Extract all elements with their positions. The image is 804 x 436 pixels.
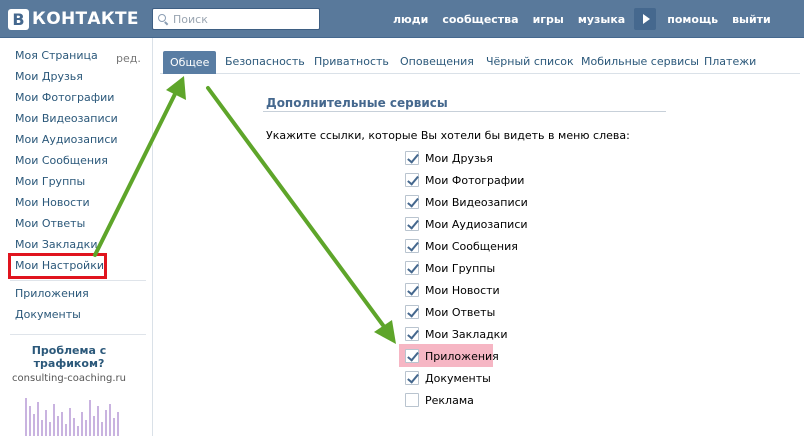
top-nav: люди сообщества игры музыка помощь выйти bbox=[386, 0, 778, 38]
service-option[interactable]: Мои Фотографии bbox=[405, 172, 524, 188]
nav-help[interactable]: помощь bbox=[667, 13, 718, 26]
sidebar-item-bookmarks[interactable]: Мои Закладки bbox=[15, 238, 97, 251]
logo-text: КОНТАКТЕ bbox=[32, 9, 139, 29]
service-option[interactable]: Мои Закладки bbox=[405, 326, 507, 342]
checkbox-checked[interactable] bbox=[405, 217, 419, 231]
sidebar-item-videos[interactable]: Мои Видеозаписи bbox=[15, 112, 118, 125]
service-option[interactable]: Мои Сообщения bbox=[405, 238, 518, 254]
checkbox-unchecked[interactable] bbox=[405, 393, 419, 407]
sidebar-item-documents[interactable]: Документы bbox=[15, 308, 81, 321]
checkbox-checked[interactable] bbox=[405, 305, 419, 319]
service-option[interactable]: Приложения bbox=[405, 348, 499, 364]
tab-privacy[interactable]: Приватность bbox=[314, 55, 389, 68]
checkbox-checked[interactable] bbox=[405, 327, 419, 341]
checkbox-checked[interactable] bbox=[405, 349, 419, 363]
checkbox-checked[interactable] bbox=[405, 239, 419, 253]
sidebar-item-answers[interactable]: Мои Ответы bbox=[15, 217, 85, 230]
sidebar-item-news[interactable]: Мои Новости bbox=[15, 196, 90, 209]
section-title: Дополнительные сервисы bbox=[266, 96, 448, 110]
checkbox-checked[interactable] bbox=[405, 173, 419, 187]
play-icon[interactable] bbox=[634, 8, 657, 30]
ad-divider bbox=[10, 334, 146, 335]
section-prompt: Укажите ссылки, которые Вы хотели бы вид… bbox=[266, 129, 630, 142]
sidebar-item-audio[interactable]: Мои Аудиозаписи bbox=[15, 133, 118, 146]
sidebar-item-my-page[interactable]: Моя Страница bbox=[15, 49, 98, 62]
nav-people[interactable]: люди bbox=[393, 13, 428, 26]
checkbox-checked[interactable] bbox=[405, 283, 419, 297]
service-option[interactable]: Мои Новости bbox=[405, 282, 500, 298]
option-label: Мои Фотографии bbox=[425, 173, 525, 187]
checkbox-checked[interactable] bbox=[405, 261, 419, 275]
settings-highlight-box bbox=[8, 253, 107, 279]
service-option[interactable]: Реклама bbox=[405, 392, 474, 408]
top-header: В КОНТАКТЕ люди сообщества игры музыка п… bbox=[0, 0, 804, 38]
tab-general[interactable]: Общее bbox=[163, 51, 217, 74]
ad-title[interactable]: Проблема с трафиком? bbox=[10, 344, 128, 370]
option-label: Реклама bbox=[425, 393, 474, 407]
sidebar-item-friends[interactable]: Мои Друзья bbox=[15, 70, 83, 83]
tab-mobile[interactable]: Мобильные сервисы bbox=[581, 55, 699, 68]
search-input[interactable] bbox=[173, 12, 313, 26]
tab-payments[interactable]: Платежи bbox=[704, 55, 756, 68]
tab-underline bbox=[160, 73, 800, 74]
service-option[interactable]: Документы bbox=[405, 370, 491, 386]
nav-games[interactable]: игры bbox=[533, 13, 564, 26]
ad-domain: consulting-coaching.ru bbox=[12, 373, 126, 384]
service-option[interactable]: Мои Группы bbox=[405, 260, 495, 276]
option-label: Мои Сообщения bbox=[425, 239, 518, 253]
tab-blacklist[interactable]: Чёрный список bbox=[486, 55, 574, 68]
search-icon bbox=[158, 14, 168, 24]
option-label: Мои Группы bbox=[425, 261, 496, 275]
edit-link[interactable]: ред. bbox=[116, 52, 141, 65]
tab-notifications[interactable]: Оповещения bbox=[400, 55, 474, 68]
ad-chart-image[interactable] bbox=[22, 392, 122, 436]
option-label: Мои Ответы bbox=[425, 305, 496, 319]
option-label: Приложения bbox=[425, 349, 499, 363]
option-label: Документы bbox=[425, 371, 491, 385]
nav-logout[interactable]: выйти bbox=[732, 13, 771, 26]
service-option[interactable]: Мои Ответы bbox=[405, 304, 495, 320]
sidebar-item-groups[interactable]: Мои Группы bbox=[15, 175, 85, 188]
vk-logo[interactable]: В КОНТАКТЕ bbox=[8, 7, 139, 31]
nav-communities[interactable]: сообщества bbox=[442, 13, 518, 26]
option-label: Мои Новости bbox=[425, 283, 500, 297]
option-label: Мои Закладки bbox=[425, 327, 508, 341]
sidebar-item-apps[interactable]: Приложения bbox=[15, 287, 89, 300]
sidebar-item-messages[interactable]: Мои Сообщения bbox=[15, 154, 108, 167]
menu-divider bbox=[10, 280, 146, 281]
option-label: Мои Аудиозаписи bbox=[425, 217, 528, 231]
logo-letter: В bbox=[8, 8, 29, 30]
search-box[interactable] bbox=[152, 8, 320, 30]
checkbox-checked[interactable] bbox=[405, 195, 419, 209]
checkbox-checked[interactable] bbox=[405, 371, 419, 385]
service-option[interactable]: Мои Друзья bbox=[405, 150, 493, 166]
tab-security[interactable]: Безопасность bbox=[225, 55, 305, 68]
sidebar-item-photos[interactable]: Мои Фотографии bbox=[15, 91, 114, 104]
checkbox-checked[interactable] bbox=[405, 151, 419, 165]
section-divider bbox=[263, 111, 666, 112]
service-option[interactable]: Мои Видеозаписи bbox=[405, 194, 528, 210]
service-option[interactable]: Мои Аудиозаписи bbox=[405, 216, 528, 232]
nav-music[interactable]: музыка bbox=[578, 13, 625, 26]
option-label: Мои Друзья bbox=[425, 151, 493, 165]
option-label: Мои Видеозаписи bbox=[425, 195, 528, 209]
